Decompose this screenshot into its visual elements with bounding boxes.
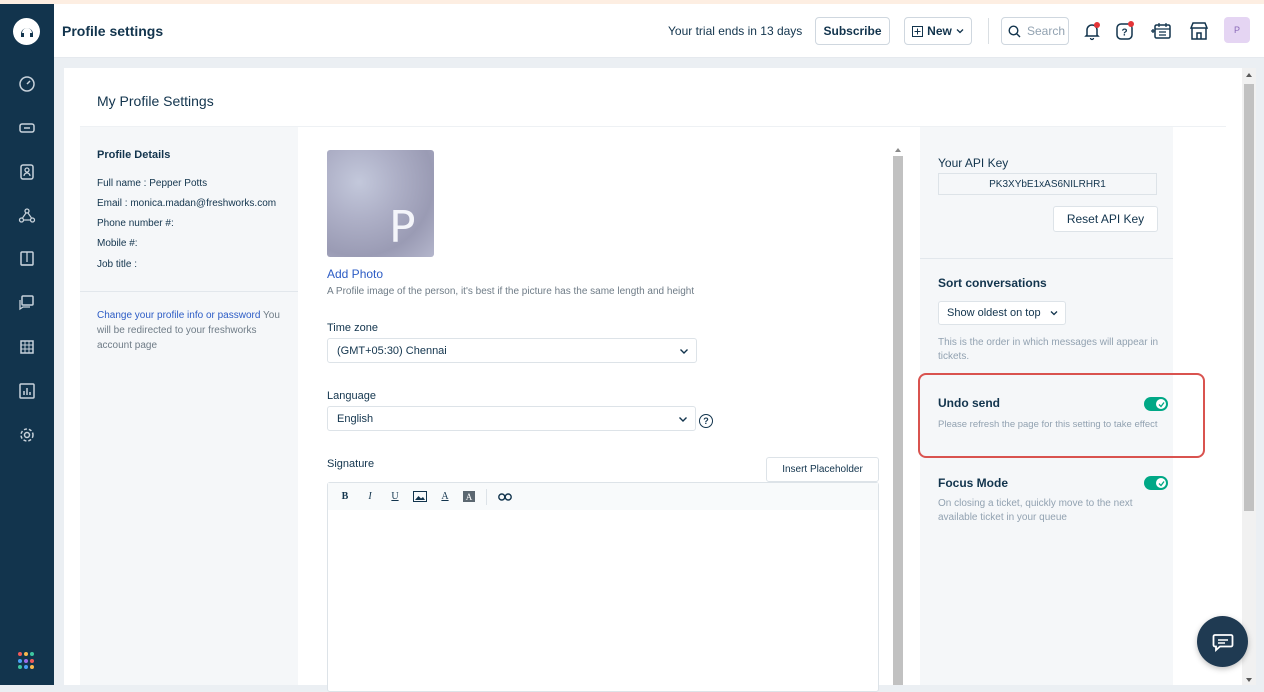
reports-icon[interactable] (17, 381, 37, 401)
mobile-row: Mobile #: (97, 238, 138, 249)
add-photo-link[interactable]: Add Photo (327, 267, 383, 281)
chevron-down-icon (679, 417, 687, 422)
user-avatar[interactable]: P (1224, 17, 1250, 43)
phone-row: Phone number #: (97, 218, 174, 229)
api-key-title: Your API Key (938, 156, 1009, 170)
profile-panel-divider (80, 291, 298, 292)
change-profile-link[interactable]: Change your profile info or password (97, 310, 260, 321)
page-scrollbar-thumb[interactable] (1244, 84, 1254, 511)
plus-box-icon (912, 25, 924, 37)
italic-button[interactable]: I (363, 490, 377, 504)
background-color-button[interactable]: A (463, 491, 475, 502)
api-divider (920, 258, 1173, 259)
sort-conversations-value: Show oldest on top (947, 307, 1041, 319)
scroll-up-arrow-icon[interactable] (1242, 70, 1256, 80)
timezone-value: (GMT+05:30) Chennai (337, 344, 447, 357)
editor-toolbar: B I U A A (328, 483, 878, 510)
contacts-icon[interactable] (17, 162, 37, 182)
header-divider (988, 18, 989, 44)
chat-widget-button[interactable] (1197, 616, 1248, 667)
freshdesk-logo-icon[interactable] (13, 18, 40, 45)
sort-conversations-title: Sort conversations (938, 276, 1047, 290)
top-header: Profile settings Your trial ends in 13 d… (54, 4, 1264, 58)
language-label: Language (327, 390, 376, 402)
groups-icon[interactable] (17, 206, 37, 226)
settings-gear-icon[interactable] (17, 425, 37, 445)
sort-conversations-select[interactable]: Show oldest on top (938, 301, 1066, 325)
form-scrollbar[interactable] (893, 146, 903, 685)
dashboard-icon[interactable] (17, 74, 37, 94)
sort-conversations-note: This is the order in which messages will… (938, 337, 1159, 362)
admin-building-icon[interactable] (17, 337, 37, 357)
full-name-value: Pepper Potts (149, 178, 208, 189)
insert-placeholder-button[interactable]: Insert Placeholder (766, 457, 879, 482)
font-color-button[interactable]: A (438, 490, 452, 504)
api-key-field[interactable]: PK3XYbE1xAS6NILRHR1 (938, 173, 1157, 195)
left-nav-rail (0, 4, 54, 685)
chevron-down-icon (1050, 311, 1058, 316)
notifications-bell-icon[interactable] (1079, 18, 1105, 44)
apps-grid-icon[interactable] (18, 652, 36, 670)
profile-details-title: Profile Details (97, 149, 171, 161)
job-title-row: Job title : (97, 259, 138, 270)
profile-photo[interactable]: P (327, 150, 434, 257)
tickets-icon[interactable] (17, 118, 37, 138)
toolbar-separator (486, 488, 487, 505)
change-profile-note: Change your profile info or password You… (97, 308, 287, 353)
signature-label: Signature (327, 458, 375, 470)
search-box[interactable]: Search (1001, 17, 1069, 45)
timezone-label: Time zone (327, 322, 378, 334)
language-help-icon[interactable]: ? (699, 414, 713, 428)
marketplace-store-icon[interactable] (1186, 18, 1212, 44)
check-icon (1158, 480, 1165, 486)
scroll-down-arrow-icon[interactable] (1242, 675, 1256, 685)
page-scrollbar[interactable] (1242, 68, 1256, 685)
photo-hint: A Profile image of the person, it's best… (327, 286, 695, 297)
profile-photo-initial: P (389, 202, 416, 253)
subscribe-button[interactable]: Subscribe (815, 17, 890, 45)
svg-text:?: ? (1121, 28, 1127, 39)
email-label: Email : (97, 198, 131, 209)
calendar-add-icon[interactable] (1148, 18, 1174, 44)
knowledge-base-icon[interactable] (17, 249, 37, 269)
full-name-label: Full name : (97, 178, 150, 189)
email-value: monica.madan@freshworks.com (130, 198, 277, 209)
chat-bubble-icon (1212, 633, 1233, 652)
focus-mode-note: On closing a ticket, quickly move to the… (938, 498, 1133, 523)
insert-image-icon[interactable] (413, 490, 427, 504)
focus-mode-toggle[interactable] (1144, 476, 1168, 490)
trial-notice: Your trial ends in 13 days (668, 24, 803, 38)
signature-editor[interactable]: B I U A A (327, 482, 879, 692)
full-name-row: Full name : Pepper Potts (97, 178, 207, 189)
profile-form: P Add Photo A Profile image of the perso… (327, 150, 887, 692)
new-button[interactable]: New (904, 17, 972, 45)
language-value: English (337, 412, 374, 425)
underline-button[interactable]: U (388, 490, 402, 504)
scroll-up-arrow-icon[interactable] (893, 146, 903, 154)
toggle-knob (1156, 478, 1166, 488)
profile-details-panel: Profile Details Full name : Pepper Potts… (80, 127, 298, 685)
language-select[interactable]: English (327, 406, 696, 431)
reset-api-key-button[interactable]: Reset API Key (1053, 206, 1158, 232)
page-heading: My Profile Settings (97, 93, 214, 109)
help-icon[interactable]: ? (1112, 18, 1138, 44)
chevron-down-icon (680, 349, 688, 354)
page-title: Profile settings (62, 23, 164, 39)
form-scrollbar-thumb[interactable] (893, 156, 903, 685)
focus-mode-title: Focus Mode (938, 476, 1009, 490)
chevron-down-icon (956, 29, 964, 34)
link-icon[interactable] (498, 490, 512, 504)
search-icon (1008, 24, 1021, 37)
search-placeholder: Search (1027, 24, 1066, 38)
discussions-icon[interactable] (17, 293, 37, 313)
undo-send-highlight-box (918, 373, 1205, 458)
bold-button[interactable]: B (338, 490, 352, 504)
new-button-label: New (927, 24, 952, 38)
email-row: Email : monica.madan@freshworks.com (97, 198, 276, 209)
timezone-select[interactable]: (GMT+05:30) Chennai (327, 338, 697, 363)
